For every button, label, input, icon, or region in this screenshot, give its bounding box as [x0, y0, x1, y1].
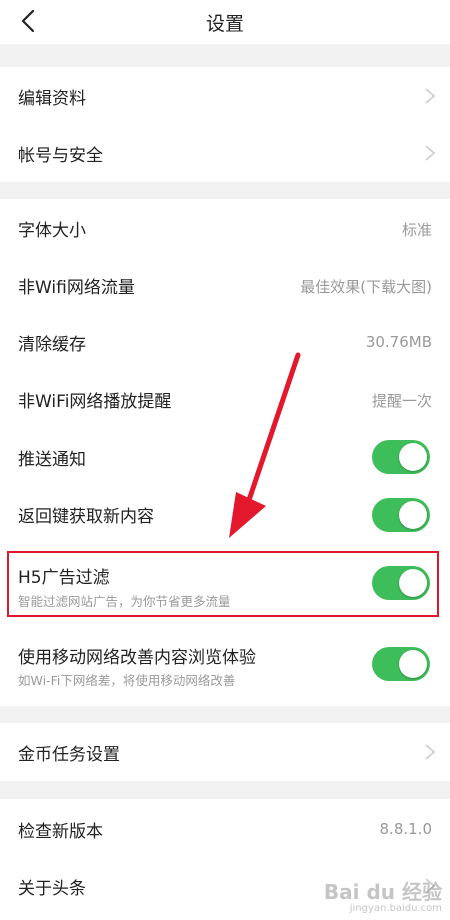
chevron-right-icon [425, 744, 436, 760]
row-label: 金币任务设置 [18, 745, 120, 765]
row-label: 帐号与安全 [18, 146, 103, 166]
h5-ad-filter-row: H5广告过滤 智能过滤网站广告，为你节省更多流量 [0, 551, 450, 621]
row-label: 编辑资料 [18, 89, 86, 109]
toggle-knob [399, 650, 427, 678]
push-notification-row: 推送通知 [0, 427, 450, 485]
row-label: 关于头条 [18, 879, 86, 899]
row-label: 返回键获取新内容 [18, 507, 154, 527]
row-label: 字体大小 [18, 221, 86, 241]
row-value: 8.8.1.0 [379, 820, 432, 838]
row-label: H5广告过滤 [18, 568, 110, 588]
settings-group-coins: 金币任务设置 [0, 723, 450, 781]
row-label: 非Wifi网络流量 [18, 278, 135, 298]
mobile-network-improve-toggle[interactable] [372, 647, 430, 681]
row-value: 标准 [401, 221, 432, 239]
toggle-knob [399, 443, 427, 471]
coin-task-row[interactable]: 金币任务设置 [0, 723, 450, 781]
row-subtitle: 如Wi-Fi下网络差，将使用移动网络改善 [18, 673, 236, 688]
h5-ad-filter-toggle[interactable] [372, 566, 430, 600]
non-wifi-play-row[interactable]: 非WiFi网络播放提醒 提醒一次 [0, 370, 450, 427]
settings-group-profile: 编辑资料 帐号与安全 [0, 67, 450, 182]
row-value: 提醒一次 [371, 392, 432, 410]
row-label: 检查新版本 [18, 822, 103, 842]
back-button[interactable] [14, 7, 42, 35]
watermark-logo: Bai du 经验 [323, 880, 442, 904]
chevron-right-icon [425, 88, 436, 104]
back-refresh-toggle[interactable] [372, 498, 430, 532]
non-wifi-traffic-row[interactable]: 非Wifi网络流量 最佳效果(下载大图) [0, 256, 450, 313]
nav-bar: 设置 [0, 0, 450, 44]
row-label: 清除缓存 [18, 335, 86, 355]
mobile-network-improve-row: 使用移动网络改善内容浏览体验 如Wi-Fi下网络差，将使用移动网络改善 [0, 629, 450, 699]
back-refresh-row: 返回键获取新内容 [0, 485, 450, 543]
settings-group-general: 字体大小 标准 非Wifi网络流量 最佳效果(下载大图) 清除缓存 30.76M… [0, 199, 450, 706]
account-security-row[interactable]: 帐号与安全 [0, 124, 450, 182]
edit-profile-row[interactable]: 编辑资料 [0, 67, 450, 124]
check-update-row[interactable]: 检查新版本 8.8.1.0 [0, 799, 450, 857]
toggle-knob [399, 569, 427, 597]
chevron-right-icon [425, 145, 436, 161]
chevron-left-icon [21, 9, 35, 33]
row-subtitle: 智能过滤网站广告，为你节省更多流量 [18, 594, 231, 609]
push-notification-toggle[interactable] [372, 440, 430, 474]
page-title: 设置 [205, 12, 244, 35]
row-label: 非WiFi网络播放提醒 [18, 392, 172, 412]
row-value: 最佳效果(下载大图) [300, 278, 432, 296]
clear-cache-row[interactable]: 清除缓存 30.76MB [0, 313, 450, 370]
row-label: 推送通知 [18, 450, 86, 470]
row-value: 30.76MB [365, 333, 432, 351]
row-label: 使用移动网络改善内容浏览体验 [18, 648, 256, 668]
toggle-knob [399, 501, 427, 529]
font-size-row[interactable]: 字体大小 标准 [0, 199, 450, 256]
watermark: Bai du 经验 jingyan.baidu.com [324, 876, 442, 914]
